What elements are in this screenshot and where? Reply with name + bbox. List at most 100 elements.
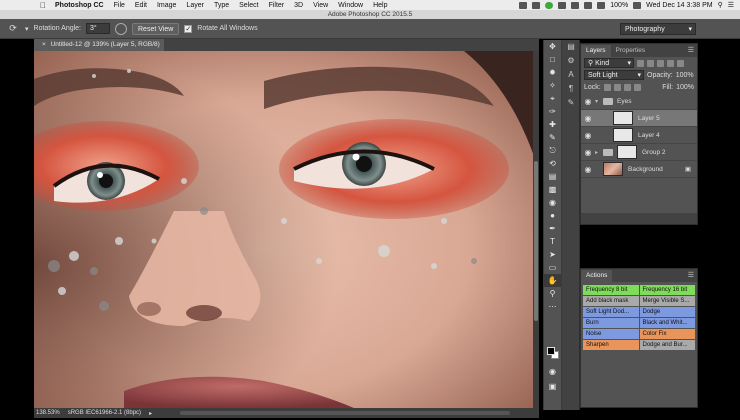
status-icon[interactable] xyxy=(558,1,567,9)
menu-app[interactable]: Photoshop CC xyxy=(50,2,109,9)
action-button[interactable]: Noise xyxy=(583,329,639,339)
zoom-tool-icon[interactable]: ⚲ xyxy=(544,287,561,300)
more-tools-icon[interactable]: ⋯ xyxy=(544,300,561,313)
blend-mode-select[interactable]: Soft Light ▾ xyxy=(584,70,644,80)
chevron-right-icon[interactable]: ▸ xyxy=(595,149,603,156)
action-button[interactable]: Black and Whit... xyxy=(639,318,695,328)
menu-view[interactable]: View xyxy=(308,2,333,9)
quick-mask-icon[interactable]: ◉ xyxy=(544,365,561,378)
menu-help[interactable]: Help xyxy=(368,2,392,9)
character-panel-icon[interactable]: A xyxy=(562,68,580,82)
eraser-tool-icon[interactable]: ▤ xyxy=(544,170,561,183)
panel-menu-icon[interactable]: ☰ xyxy=(688,270,697,282)
filter-pixel-icon[interactable] xyxy=(637,59,644,67)
menu-filter[interactable]: Filter xyxy=(264,2,290,9)
color-profile[interactable]: sRGB IEC61966-2.1 (8bpc) xyxy=(68,410,141,416)
visibility-eye-icon[interactable]: ◉ xyxy=(581,114,595,123)
crop-tool-icon[interactable]: ⌖ xyxy=(544,92,561,105)
horizontal-scrollbar[interactable] xyxy=(180,411,511,415)
tool-preset-arrow-icon[interactable]: ▾ xyxy=(25,25,29,33)
history-brush-tool-icon[interactable]: ⟲ xyxy=(544,157,561,170)
filter-type-icon[interactable] xyxy=(657,59,664,67)
opacity-input[interactable]: 100% xyxy=(676,72,694,79)
apple-icon[interactable]:  xyxy=(36,1,50,10)
rotation-dial[interactable] xyxy=(115,22,127,35)
workspace-select[interactable]: Photography ▾ xyxy=(620,23,696,35)
lock-transparent-icon[interactable] xyxy=(603,83,611,91)
lock-image-icon[interactable] xyxy=(613,83,621,91)
visibility-eye-icon[interactable]: ◉ xyxy=(581,165,595,174)
clock[interactable]: Wed Dec 14 3:38 PM xyxy=(646,2,712,9)
filter-smart-object-icon[interactable] xyxy=(677,59,684,67)
filter-shape-icon[interactable] xyxy=(667,59,674,67)
lock-position-icon[interactable] xyxy=(623,83,631,91)
brush-panel-icon[interactable]: ✎ xyxy=(562,96,580,110)
status-arrow-icon[interactable]: ▸ xyxy=(149,410,152,417)
tab-properties[interactable]: Properties xyxy=(611,45,651,57)
action-button[interactable]: Merge Visible S... xyxy=(639,296,695,306)
type-tool-icon[interactable]: T xyxy=(544,235,561,248)
action-button[interactable]: Dodge xyxy=(639,307,695,317)
healing-brush-tool-icon[interactable]: ✚ xyxy=(544,118,561,131)
menu-window[interactable]: Window xyxy=(333,2,368,9)
rotate-all-checkbox[interactable]: ✓ xyxy=(184,24,193,33)
layer-row[interactable]: ◉ Layer 5 xyxy=(581,110,697,127)
layer-row[interactable]: ◉ Layer 4 xyxy=(581,127,697,144)
tab-actions[interactable]: Actions xyxy=(581,270,613,282)
blur-tool-icon[interactable]: ◉ xyxy=(544,196,561,209)
tab-layers[interactable]: Layers xyxy=(581,45,611,57)
vertical-scrollbar[interactable] xyxy=(533,51,539,408)
menu-3d[interactable]: 3D xyxy=(289,2,308,9)
fill-input[interactable]: 100% xyxy=(676,84,694,91)
volume-icon[interactable] xyxy=(584,1,593,9)
menu-select[interactable]: Select xyxy=(234,2,263,9)
foreground-color-swatch[interactable] xyxy=(547,347,555,355)
status-icon[interactable] xyxy=(519,1,528,9)
action-button[interactable]: Frequency 16 bit xyxy=(639,285,695,295)
brush-tool-icon[interactable]: ✎ xyxy=(544,131,561,144)
menu-type[interactable]: Type xyxy=(209,2,234,9)
eyedropper-tool-icon[interactable]: ✑ xyxy=(544,105,561,118)
history-panel-icon[interactable]: ▤ xyxy=(562,40,580,54)
screen-mode-icon[interactable]: ▣ xyxy=(544,380,561,393)
visibility-eye-icon[interactable]: ◉ xyxy=(581,131,595,140)
notification-center-icon[interactable]: ☰ xyxy=(728,1,734,9)
rotation-angle-input[interactable]: 3° xyxy=(86,23,110,34)
layer-row[interactable]: ◉ ▾ Eyes xyxy=(581,93,697,110)
scrollbar-thumb[interactable] xyxy=(534,161,538,321)
move-tool-icon[interactable]: ✥ xyxy=(544,40,561,53)
menu-file[interactable]: File xyxy=(109,2,130,9)
document-canvas[interactable] xyxy=(34,51,539,408)
hand-tool-icon[interactable]: ✋ xyxy=(544,274,561,287)
action-button[interactable]: Color Fix xyxy=(639,329,695,339)
layer-row[interactable]: ◉ ▸ Group 2 xyxy=(581,144,697,161)
menu-image[interactable]: Image xyxy=(152,2,181,9)
menu-layer[interactable]: Layer xyxy=(181,2,209,9)
shape-tool-icon[interactable]: ▭ xyxy=(544,261,561,274)
layer-filter-select[interactable]: ⚲ Kind ▾ xyxy=(584,58,634,68)
properties-panel-icon[interactable]: ⚙ xyxy=(562,54,580,68)
quick-select-tool-icon[interactable]: ✧ xyxy=(544,79,561,92)
visibility-eye-icon[interactable]: ◉ xyxy=(581,148,595,157)
document-tab[interactable]: × Untitled-12 @ 139% (Layer 5, RGB/8) xyxy=(34,39,164,51)
bluetooth-icon[interactable] xyxy=(571,1,580,9)
status-icon[interactable] xyxy=(532,1,541,9)
marquee-tool-icon[interactable]: □ xyxy=(544,53,561,66)
pen-tool-icon[interactable]: ✒ xyxy=(544,222,561,235)
gradient-tool-icon[interactable]: ▩ xyxy=(544,183,561,196)
menu-edit[interactable]: Edit xyxy=(130,2,152,9)
chevron-down-icon[interactable]: ▾ xyxy=(595,98,603,105)
evernote-icon[interactable] xyxy=(545,1,554,9)
action-button[interactable]: Soft Light Dod... xyxy=(583,307,639,317)
action-button[interactable]: Dodge and Bur... xyxy=(639,340,695,350)
battery-icon[interactable] xyxy=(633,1,642,9)
clone-stamp-tool-icon[interactable]: ⎋ xyxy=(544,144,561,157)
path-select-tool-icon[interactable]: ➤ xyxy=(544,248,561,261)
zoom-level[interactable]: 138.53% xyxy=(36,410,60,416)
close-icon[interactable]: × xyxy=(42,41,46,48)
paragraph-panel-icon[interactable]: ¶ xyxy=(562,82,580,96)
spotlight-icon[interactable]: ⚲ xyxy=(718,1,723,9)
wifi-icon[interactable] xyxy=(597,1,606,9)
panel-menu-icon[interactable]: ☰ xyxy=(688,45,697,57)
reset-view-button[interactable]: Reset View xyxy=(132,22,180,35)
